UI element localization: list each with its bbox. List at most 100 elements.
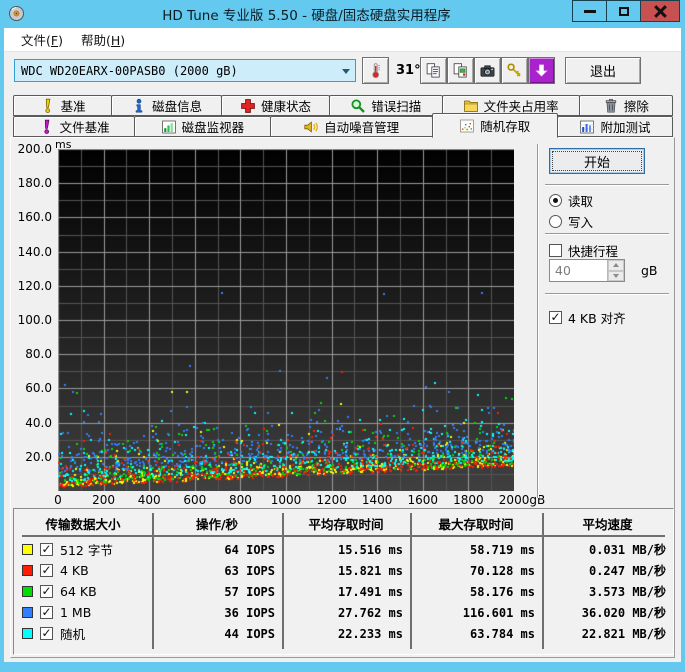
thermometer-icon — [367, 62, 384, 79]
header-divider — [22, 535, 665, 537]
minimize-icon — [583, 9, 596, 13]
random-access-icon — [459, 118, 475, 134]
tab-label: 附加测试 — [600, 120, 651, 135]
temperature-button[interactable] — [362, 57, 389, 84]
short-stroke-value: 40 — [555, 263, 571, 278]
col-header: 平均速度 — [582, 517, 633, 532]
series-checkbox[interactable]: ✓ — [40, 585, 53, 598]
y-axis-tick-label: 100.0 — [17, 313, 52, 327]
copy-image-icon — [452, 62, 469, 79]
tab-erase[interactable]: 擦除 — [578, 95, 673, 116]
radio-selected-icon — [549, 194, 562, 207]
separator — [545, 184, 669, 186]
series-label: 随机 — [60, 627, 86, 642]
client-area: 文件(F) 帮助(H) WDC WD20EARX-00PASB0 (2000 g… — [4, 28, 681, 662]
exit-button[interactable]: 退出 — [565, 57, 641, 84]
value-avg: 15.821 ms — [337, 563, 403, 578]
value-speed: 36.020 MB/秒 — [581, 606, 666, 620]
menu-help[interactable]: 帮助(H) — [72, 27, 134, 52]
tab-file-benchmark[interactable]: 文件基准 — [13, 116, 136, 137]
value-iops: 36 IOPS — [224, 605, 275, 620]
spin-up-icon — [613, 263, 619, 268]
y-axis-tick-label: 40.0 — [25, 415, 52, 430]
y-axis-tick-label: 160.0 — [17, 210, 52, 225]
radio-unselected-icon — [549, 215, 562, 228]
update-button[interactable] — [528, 57, 555, 84]
copy-image-button[interactable] — [447, 57, 474, 84]
checkbox-checked-icon: ✓ — [549, 310, 562, 324]
random-access-panel: ms 20.0 40.0 60.0 80.0 100.0 120.0 140.0 160.0 1… — [10, 137, 675, 658]
app-disk-icon — [8, 5, 25, 22]
tab-health[interactable]: 健康状态 — [221, 95, 330, 116]
tab-disk-info[interactable]: 磁盘信息 — [111, 95, 222, 116]
minimize-button[interactable] — [572, 0, 607, 22]
series-color-swatch — [22, 628, 33, 639]
y-axis-tick-label: 60.0 — [25, 381, 52, 396]
drive-select-dropdown[interactable]: WDC WD20EARX-00PASB0 (2000 gB) — [14, 59, 356, 82]
y-axis-tick-label: 140.0 — [17, 244, 52, 259]
copy-text-icon — [425, 62, 442, 79]
y-axis-tick-label: 200.0 — [17, 142, 52, 156]
series-checkbox[interactable]: ✓ — [40, 627, 53, 640]
tab-aam[interactable]: 自动噪音管理 — [269, 116, 433, 137]
tab-label: 文件基准 — [59, 120, 110, 135]
start-button[interactable]: 开始 — [549, 148, 645, 174]
short-stroke-input[interactable]: 40 — [549, 259, 625, 282]
x-axis-tick-label: 1800 — [453, 493, 484, 507]
table-row: ✓ 随机 44 IOPS 22.233 ms 63.784 ms 22.821 MB/秒 — [14, 623, 673, 644]
y-axis-tick-label: 180.0 — [17, 176, 52, 191]
options-button[interactable] — [501, 57, 528, 84]
tab-row-2: 文件基准 磁盘监视器 自动噪音管理 随机存取 附加测试 — [13, 113, 673, 138]
series-checkbox[interactable]: ✓ — [40, 543, 53, 556]
tab-label: 自动噪音管理 — [324, 120, 400, 135]
maximize-button[interactable] — [606, 0, 641, 22]
value-avg: 15.516 ms — [337, 542, 403, 557]
y-axis-tick-label: 20.0 — [25, 449, 52, 464]
close-icon — [654, 5, 667, 18]
menu-file[interactable]: 文件(F) — [12, 27, 72, 52]
disk-info-icon — [131, 98, 147, 114]
menubar: 文件(F) 帮助(H) — [4, 28, 681, 52]
tab-extra-tests[interactable]: 附加测试 — [556, 116, 673, 137]
value-avg: 27.762 ms — [337, 605, 403, 620]
y-axis-tick-label: 80.0 — [25, 347, 52, 362]
down-arrow-icon — [533, 62, 550, 79]
extra-tests-icon — [579, 119, 595, 135]
table-row: ✓ 1 MB 36 IOPS 27.762 ms 116.601 ms 36.020 MB… — [14, 602, 673, 623]
tab-random-access[interactable]: 随机存取 — [431, 113, 558, 138]
checkbox-unchecked-icon — [549, 244, 562, 257]
spin-down-button[interactable] — [608, 270, 624, 281]
value-iops: 64 IOPS — [224, 542, 275, 557]
series-color-swatch — [22, 565, 33, 576]
screenshot-button[interactable] — [474, 57, 501, 84]
tab-disk-monitor[interactable]: 磁盘监视器 — [134, 116, 271, 137]
align-checkbox[interactable]: ✓ 4 KB 对齐 — [549, 308, 626, 327]
col-header: 最大存取时间 — [438, 517, 514, 532]
folder-usage-icon — [463, 98, 479, 114]
series-checkbox[interactable]: ✓ — [40, 564, 53, 577]
read-radio[interactable]: 读取 — [549, 191, 593, 210]
series-checkbox[interactable]: ✓ — [40, 606, 53, 619]
value-max: 58.176 ms — [469, 584, 535, 599]
series-label: 1 MB — [60, 605, 92, 620]
separator — [545, 233, 669, 235]
titlebar: HD Tune 专业版 5.50 - 硬盘/固态硬盘实用程序 — [0, 0, 685, 28]
benchmark-icon — [40, 98, 56, 114]
write-radio[interactable]: 写入 — [549, 212, 593, 231]
copy-text-button[interactable] — [420, 57, 447, 84]
tab-error-scan[interactable]: 错误扫描 — [328, 95, 443, 116]
series-label: 64 KB — [60, 584, 97, 599]
value-speed: 0.031 MB/秒 — [588, 543, 666, 557]
close-button[interactable] — [640, 0, 680, 22]
short-stroke-checkbox[interactable]: 快捷行程 — [549, 241, 618, 260]
series-label: 512 字节 — [60, 543, 113, 558]
y-axis-tick-label: 120.0 — [17, 278, 52, 293]
value-iops: 63 IOPS — [224, 563, 275, 578]
spin-up-button[interactable] — [608, 260, 624, 271]
value-avg: 22.233 ms — [337, 626, 403, 641]
error-scan-icon — [350, 98, 366, 114]
camera-icon — [479, 62, 496, 79]
series-color-swatch — [22, 586, 33, 597]
table-row: ✓ 64 KB 57 IOPS 17.491 ms 58.176 ms 3.573 MB/… — [14, 581, 673, 602]
tab-benchmark[interactable]: 基准 — [13, 95, 113, 116]
